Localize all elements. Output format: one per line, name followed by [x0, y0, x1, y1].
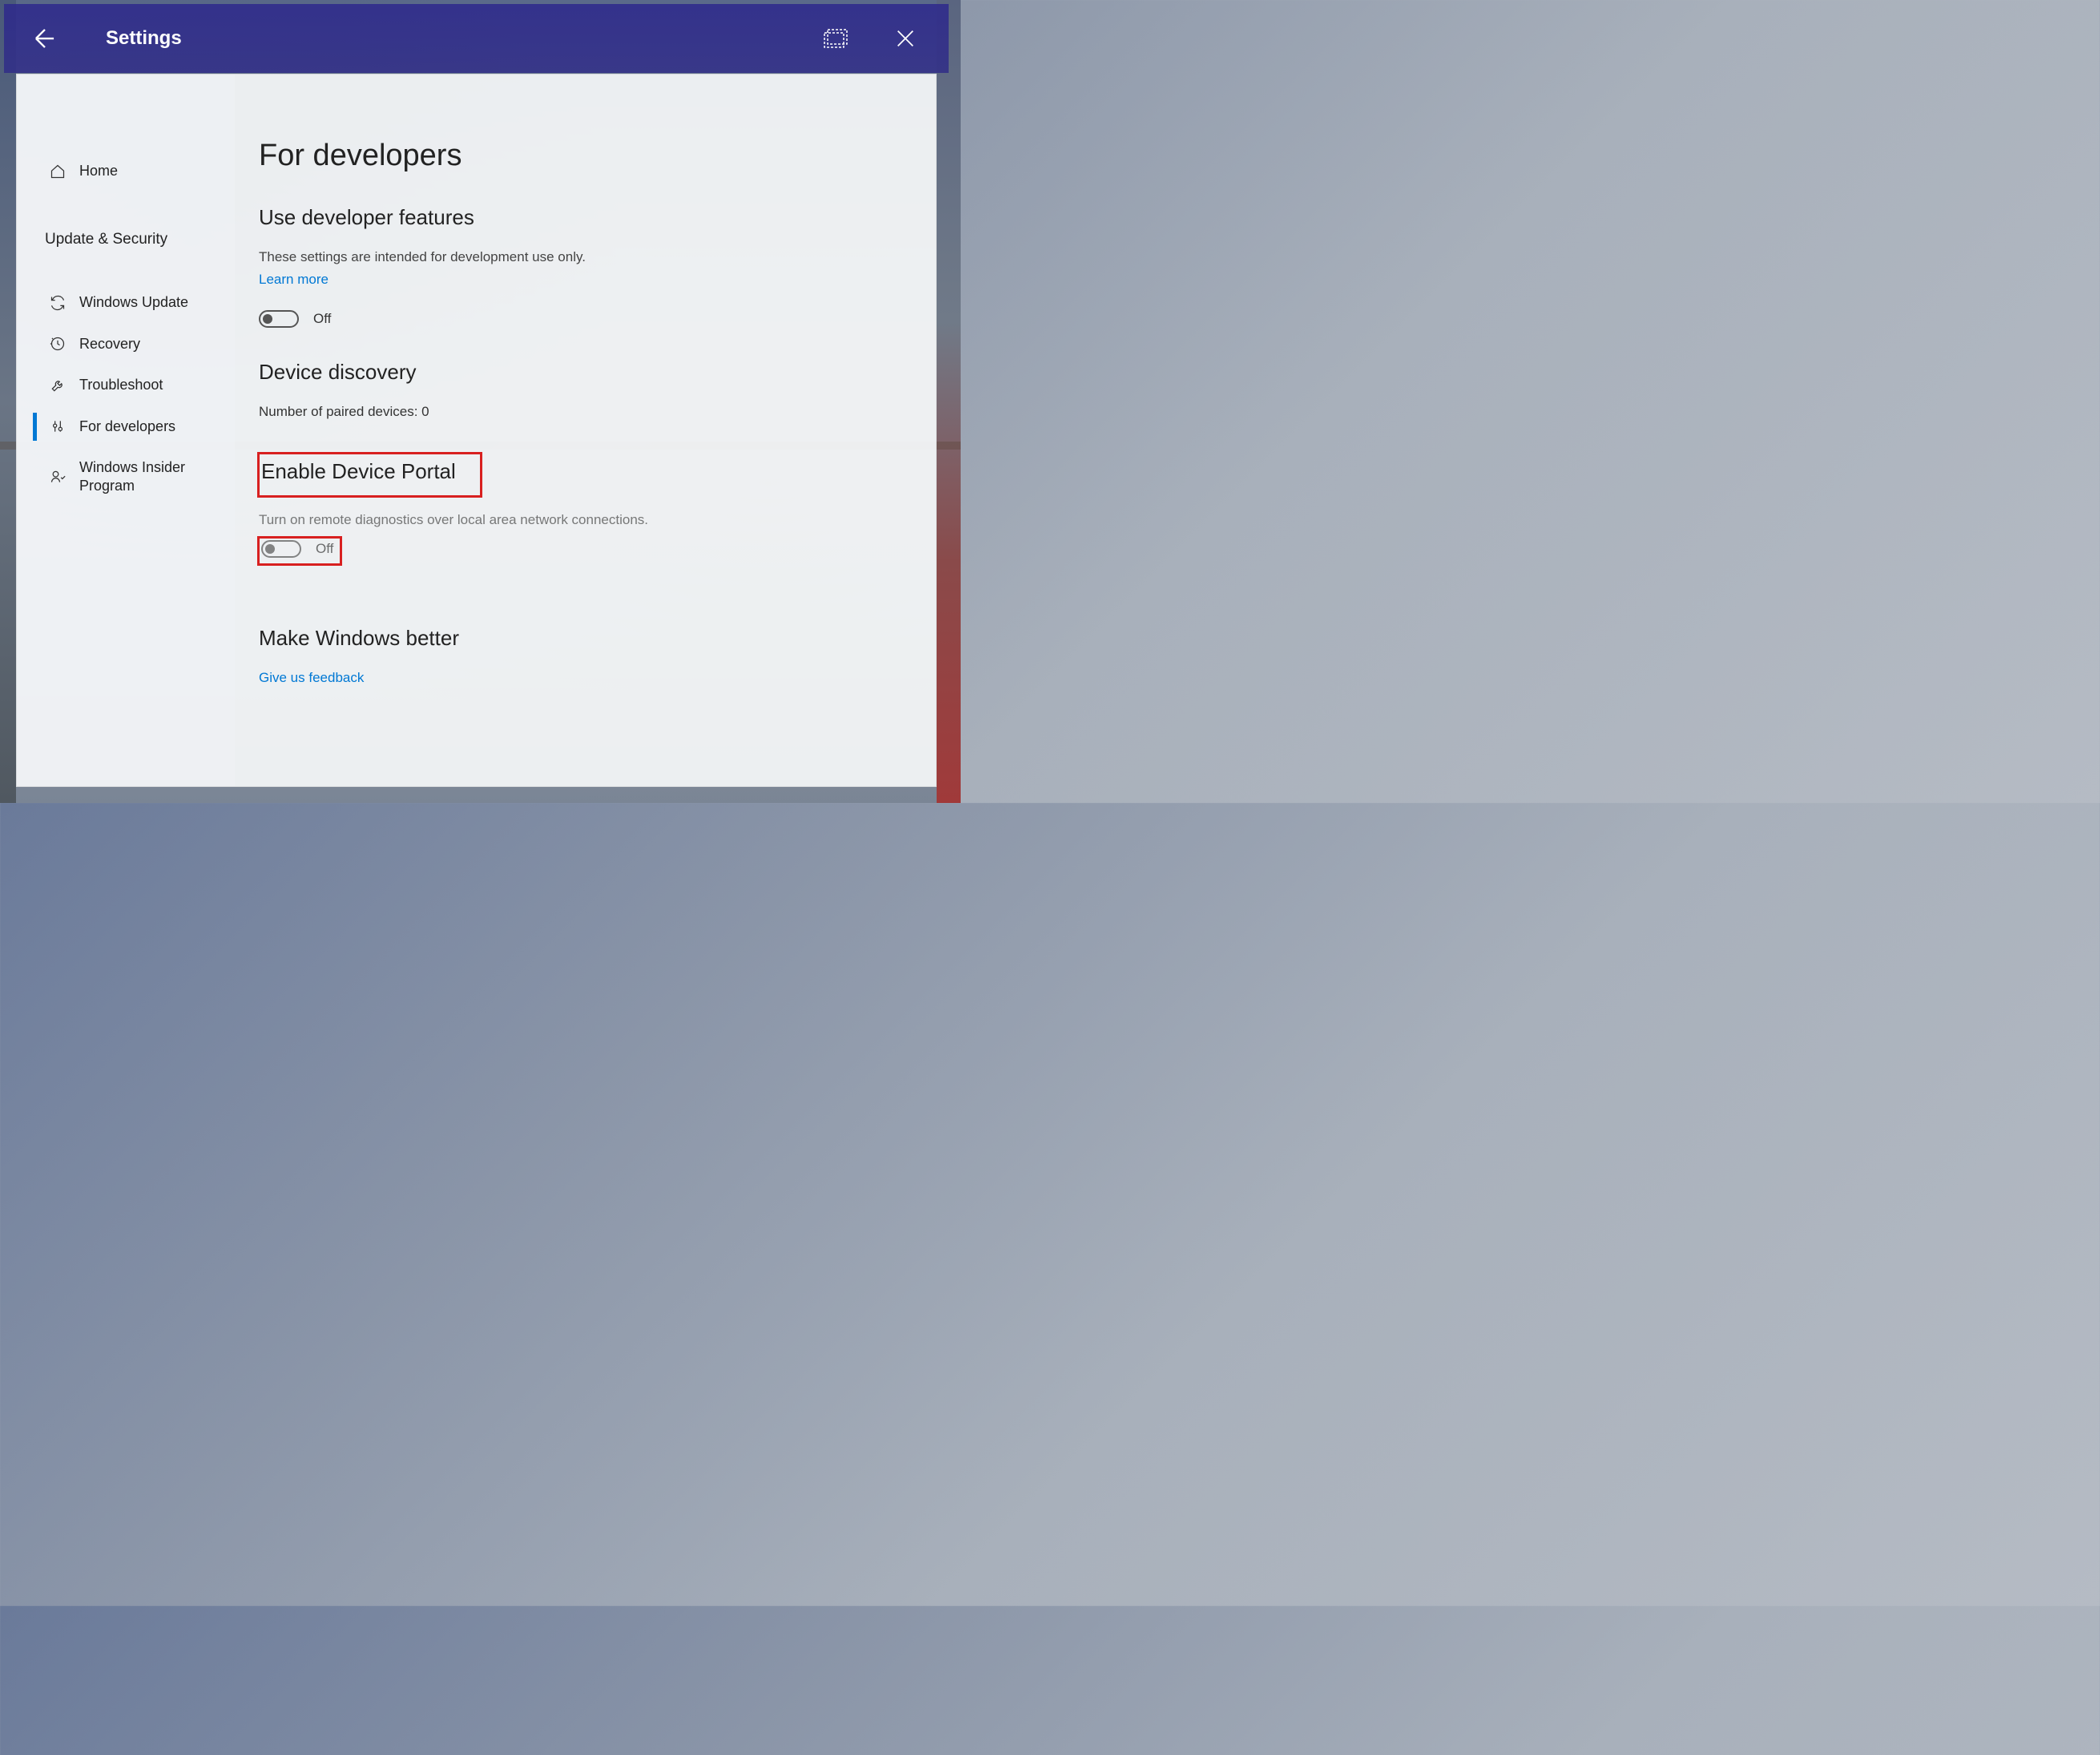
sidebar-category: Update & Security — [17, 220, 235, 260]
highlight-annotation-heading: Enable Device Portal — [257, 452, 482, 498]
section-device-portal: Enable Device Portal Turn on remote diag… — [259, 452, 904, 594]
developer-features-toggle-row: Off — [259, 310, 904, 328]
settings-window: Home Update & Security Windows Update — [16, 74, 937, 787]
device-portal-description: Turn on remote diagnostics over local ar… — [259, 512, 904, 528]
sidebar-home-label: Home — [79, 162, 118, 180]
sidebar-item-label: Recovery — [79, 335, 140, 353]
sidebar-item-windows-update[interactable]: Windows Update — [17, 282, 235, 323]
sidebar-category-label: Update & Security — [45, 231, 167, 248]
device-portal-heading: Enable Device Portal — [261, 456, 470, 490]
developer-features-toggle[interactable] — [259, 310, 299, 328]
learn-more-link[interactable]: Learn more — [259, 272, 329, 288]
sidebar-item-for-developers[interactable]: For developers — [17, 406, 235, 447]
wrench-icon — [49, 377, 67, 394]
sidebar-item-label: Windows Insider Program — [79, 458, 223, 496]
sidebar-home[interactable]: Home — [17, 151, 235, 192]
window-title: Settings — [106, 27, 182, 50]
back-button[interactable] — [28, 22, 62, 55]
give-feedback-link[interactable]: Give us feedback — [259, 670, 364, 686]
page-heading: For developers — [259, 139, 904, 173]
sidebar-item-label: For developers — [79, 418, 175, 436]
paired-devices-count: Number of paired devices: 0 — [259, 404, 904, 420]
developer-features-description: These settings are intended for developm… — [259, 249, 904, 265]
minimize-icon[interactable] — [821, 26, 850, 50]
sidebar-item-label: Troubleshoot — [79, 376, 163, 394]
developer-features-toggle-label: Off — [313, 311, 331, 327]
device-discovery-heading: Device discovery — [259, 360, 904, 385]
device-portal-toggle-label: Off — [316, 541, 333, 557]
developer-icon — [49, 418, 67, 435]
close-icon[interactable] — [894, 27, 917, 50]
sync-icon — [49, 294, 67, 312]
toggle-knob — [263, 314, 272, 324]
sidebar-item-windows-insider[interactable]: Windows Insider Program — [17, 447, 235, 507]
sidebar-item-troubleshoot[interactable]: Troubleshoot — [17, 365, 235, 405]
sidebar-item-recovery[interactable]: Recovery — [17, 324, 235, 365]
device-portal-toggle[interactable] — [261, 540, 301, 558]
main-content: For developers Use developer features Th… — [235, 75, 936, 786]
section-feedback: Make Windows better Give us feedback — [259, 626, 904, 708]
section-device-discovery: Device discovery Number of paired device… — [259, 360, 904, 420]
device-portal-toggle-row: Off — [261, 540, 333, 558]
insider-icon — [49, 468, 67, 486]
sidebar-item-label: Windows Update — [79, 293, 188, 312]
highlight-annotation-toggle: Off — [257, 536, 342, 566]
toggle-knob — [265, 544, 275, 554]
recovery-icon — [49, 335, 67, 353]
sidebar: Home Update & Security Windows Update — [17, 75, 235, 786]
home-icon — [49, 163, 67, 180]
window-titlebar: Settings — [4, 4, 949, 73]
feedback-heading: Make Windows better — [259, 626, 904, 651]
section-developer-features: Use developer features These settings ar… — [259, 205, 904, 328]
developer-features-heading: Use developer features — [259, 205, 904, 230]
